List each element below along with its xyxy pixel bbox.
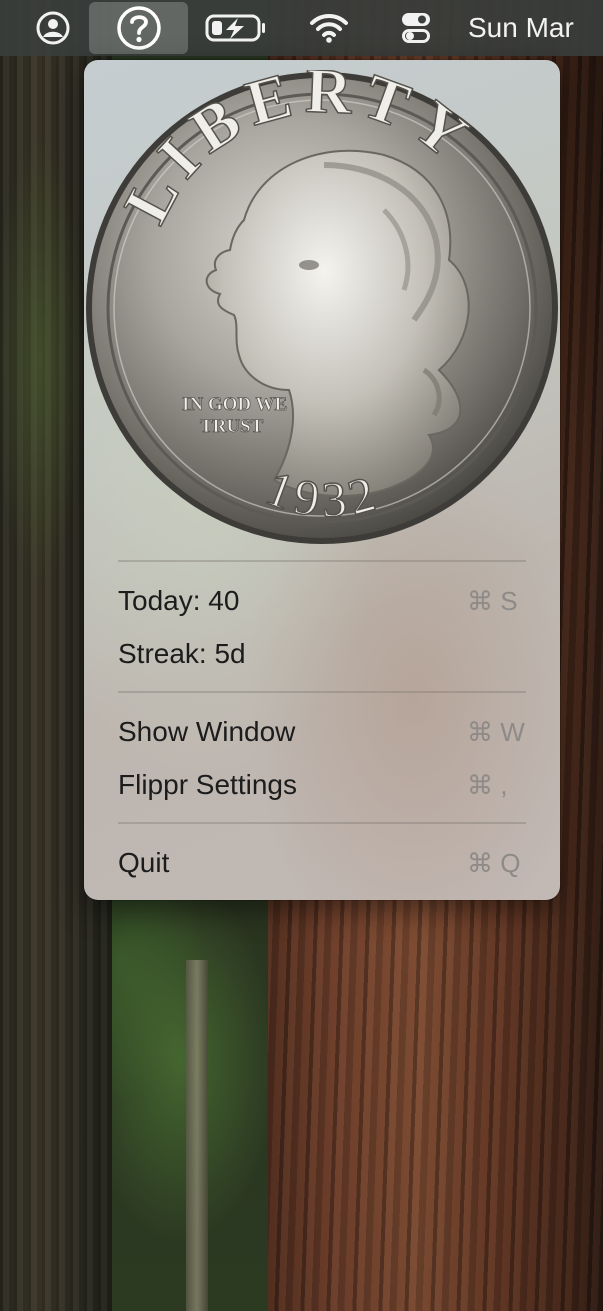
wifi-icon bbox=[310, 13, 348, 43]
quarter-coin-image: LIBERTY IN GOD WE TRUST 1932 bbox=[86, 70, 558, 544]
control-center-item[interactable] bbox=[380, 0, 452, 56]
menu-item-streak[interactable]: Streak: 5d bbox=[84, 628, 560, 680]
menu-item-settings[interactable]: Flippr Settings ⌘ , bbox=[84, 759, 560, 811]
menu-bar: Sun Mar bbox=[0, 0, 603, 56]
menu-item-label: Flippr Settings bbox=[118, 769, 297, 800]
menu-item-label: Quit bbox=[118, 847, 170, 878]
control-center-icon bbox=[402, 13, 430, 43]
help-question-icon bbox=[116, 6, 161, 50]
coin-motto: IN GOD WE bbox=[182, 394, 287, 415]
menu-item-shortcut: ⌘ W bbox=[467, 716, 525, 747]
tree-trunk-small bbox=[186, 960, 208, 1311]
menu-item-show-window[interactable]: Show Window ⌘ W bbox=[84, 706, 560, 758]
menu-item-shortcut: ⌘ Q bbox=[467, 847, 521, 878]
menu-item-shortcut: ⌘ , bbox=[467, 769, 508, 800]
menu-item-label: Today: 40 bbox=[118, 585, 240, 616]
menu-separator bbox=[118, 691, 526, 693]
user-status-item[interactable] bbox=[22, 0, 84, 56]
menu-item-label: Show Window bbox=[118, 716, 296, 747]
battery-status-item[interactable] bbox=[196, 0, 276, 56]
coin-motto-line2: TRUST bbox=[200, 416, 264, 437]
coin-image: LIBERTY IN GOD WE TRUST 1932 bbox=[84, 70, 560, 550]
menu-item-label: Streak: 5d bbox=[118, 638, 246, 669]
help-status-item[interactable] bbox=[89, 2, 188, 54]
menu-separator bbox=[118, 560, 526, 562]
menu-separator bbox=[118, 822, 526, 824]
flippr-dropdown-menu: LIBERTY IN GOD WE TRUST 1932 Today: 40 ⌘… bbox=[84, 60, 560, 900]
menu-item-today[interactable]: Today: 40 ⌘ S bbox=[84, 575, 560, 627]
menu-item-quit[interactable]: Quit ⌘ Q bbox=[84, 837, 560, 889]
user-circle-icon bbox=[36, 11, 70, 45]
wifi-status-item[interactable] bbox=[296, 0, 362, 56]
moss-patch bbox=[0, 60, 90, 860]
menubar-clock[interactable]: Sun Mar bbox=[468, 0, 603, 56]
menu-item-shortcut: ⌘ S bbox=[467, 585, 518, 616]
battery-charging-icon bbox=[205, 14, 265, 42]
